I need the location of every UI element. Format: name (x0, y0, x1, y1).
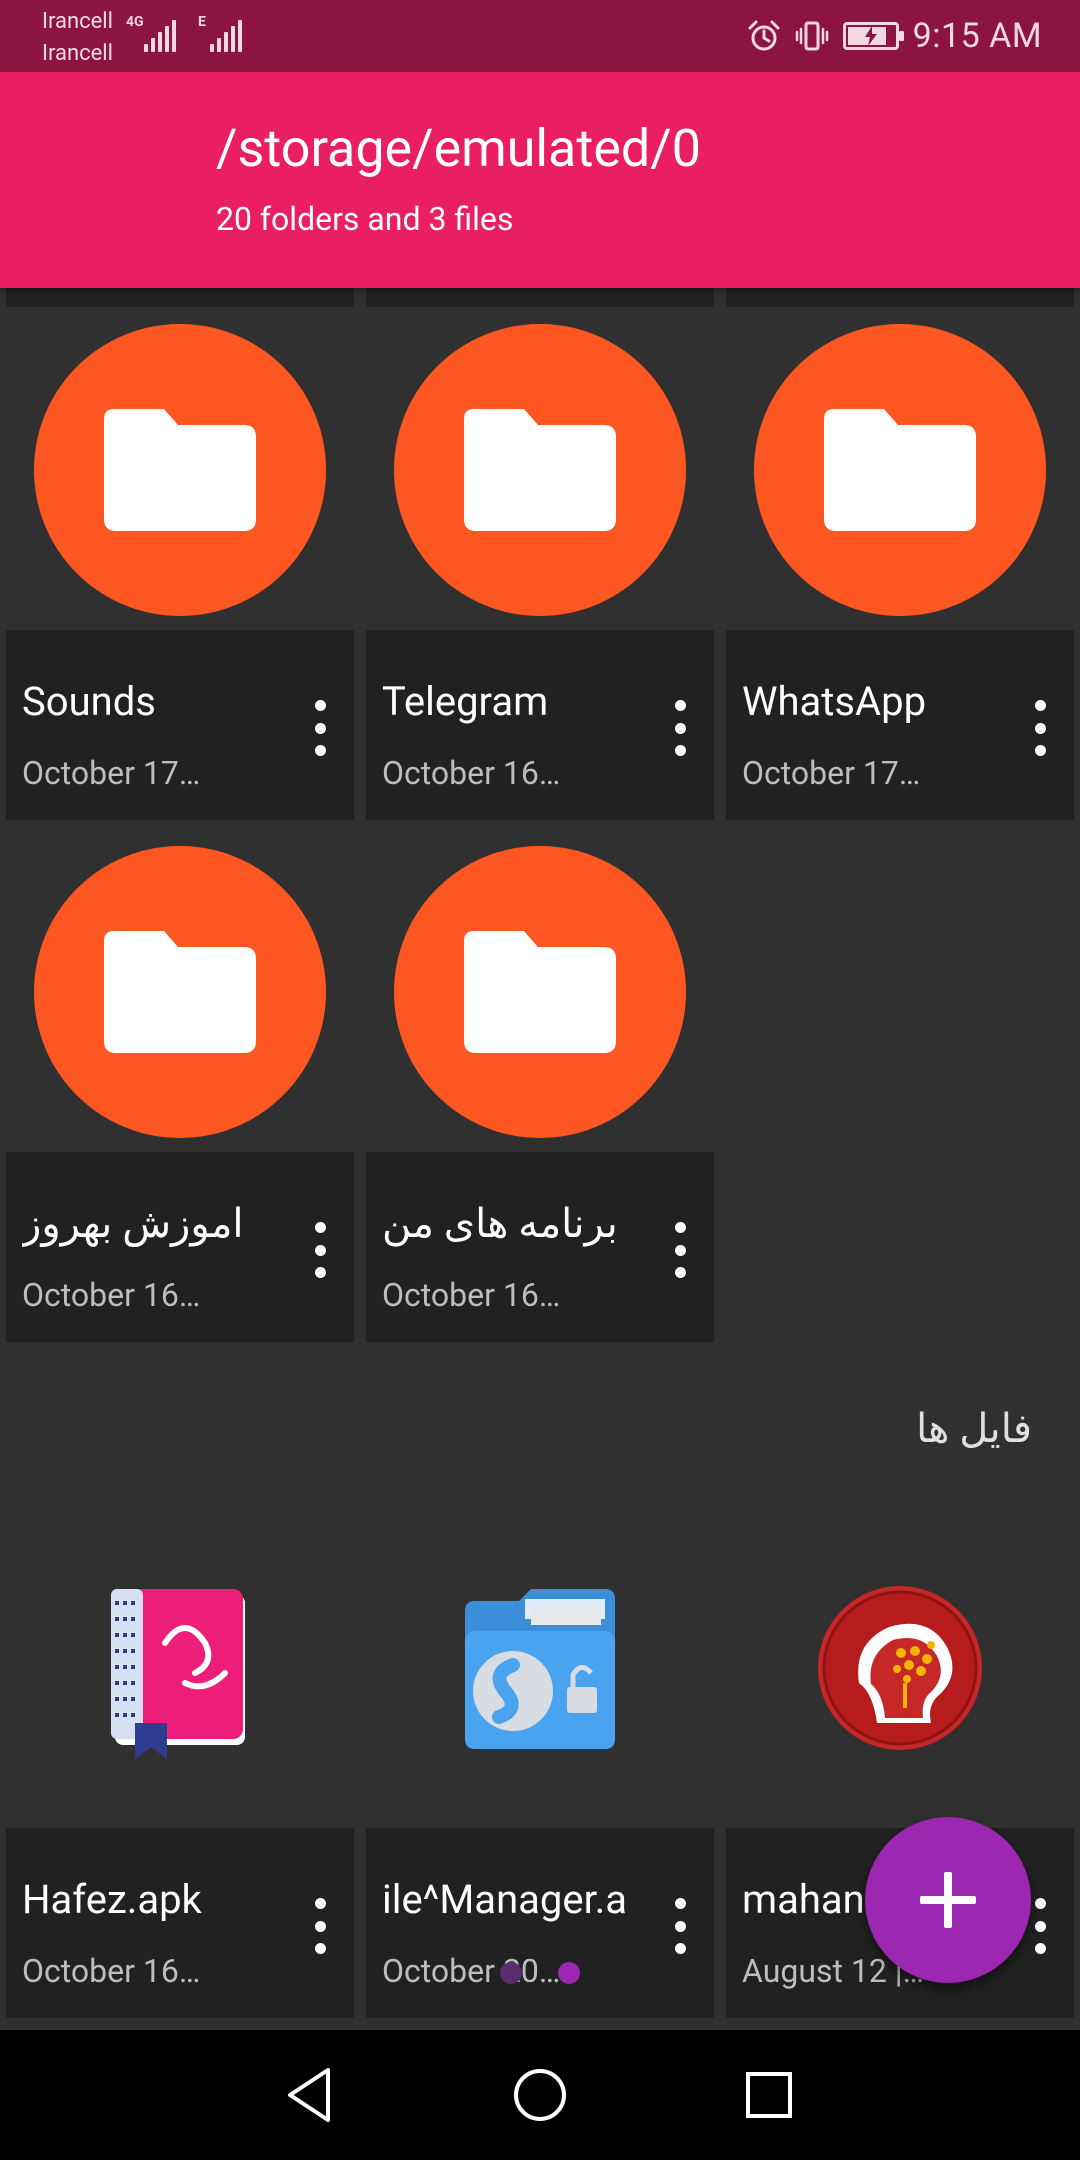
folder-file-count: 20 folders and 3 files (216, 200, 514, 238)
folder-date: October 16… (382, 754, 561, 792)
file-tile[interactable]: ile^Manager.a October 20… (366, 1508, 714, 2018)
more-options-icon[interactable] (310, 1898, 330, 1954)
carrier-name: Irancell (42, 41, 114, 66)
file-manager-app-icon (465, 1589, 615, 1749)
battery-charging-icon (842, 22, 904, 50)
network-type-label: E (198, 14, 206, 30)
file-info: Hafez.apk October 16… (6, 1828, 354, 2018)
folder-info: برنامه های من October 16… (366, 1152, 714, 1342)
carrier-name: Irancell (42, 9, 114, 34)
partial-card-bottom (6, 288, 354, 307)
file-info: ile^Manager.a October 20… (366, 1828, 714, 2018)
folder-icon (104, 409, 256, 531)
folder-date: October 16… (382, 1276, 561, 1314)
folder-thumbnail (394, 846, 686, 1138)
folder-date: October 17… (22, 754, 201, 792)
folder-info: WhatsApp October 17… (726, 630, 1074, 820)
folder-thumbnail (754, 324, 1046, 616)
folder-icon (464, 409, 616, 531)
vibrate-icon (795, 21, 828, 51)
folder-name: اموزش بهروز (22, 1200, 244, 1247)
charging-bolt-icon (864, 26, 877, 46)
more-options-icon[interactable] (670, 700, 690, 756)
folder-thumbnail (394, 324, 686, 616)
folder-info: Telegram October 16… (366, 630, 714, 820)
app-bar: /storage/emulated/0 20 folders and 3 fil… (0, 72, 1080, 288)
folder-name: Telegram (382, 678, 549, 725)
folder-icon (104, 931, 256, 1053)
folder-tile[interactable]: برنامه های من October 16… (366, 832, 714, 1342)
folder-date: October 17… (742, 754, 921, 792)
folder-icon (464, 931, 616, 1053)
home-icon[interactable] (505, 2060, 575, 2130)
folder-icon (824, 409, 976, 531)
file-name: Hafez.apk (22, 1876, 202, 1923)
file-date: October 16… (22, 1952, 201, 1990)
more-options-icon[interactable] (670, 1222, 690, 1278)
back-icon[interactable] (274, 2060, 344, 2130)
page-dot-active (558, 1962, 580, 1984)
file-tile[interactable]: mahan August 12 |… (726, 1508, 1074, 2018)
navigation-bar (0, 2030, 1080, 2160)
more-options-icon[interactable] (670, 1898, 690, 1954)
folder-name: Sounds (22, 678, 156, 725)
partial-card-bottom (726, 288, 1074, 307)
file-tile[interactable]: Hafez.apk October 16… (6, 1508, 354, 2018)
folder-name: برنامه های من (382, 1200, 618, 1247)
more-options-icon[interactable] (1030, 1898, 1050, 1954)
signal-strength-icon (144, 18, 176, 52)
current-path-title: /storage/emulated/0 (216, 118, 701, 179)
recents-icon[interactable] (734, 2060, 804, 2130)
signal-strength-icon (210, 18, 242, 52)
hafez-app-icon (111, 1589, 245, 1759)
plus-icon (920, 1872, 976, 1928)
folder-tile[interactable]: WhatsApp October 17… (726, 310, 1074, 820)
add-button[interactable] (865, 1817, 1031, 1983)
alarm-icon (748, 20, 780, 51)
folder-thumbnail (34, 846, 326, 1138)
partial-card-bottom (366, 288, 714, 307)
folder-name: WhatsApp (742, 678, 927, 725)
folder-tile[interactable]: اموزش بهروز October 16… (6, 832, 354, 1342)
more-options-icon[interactable] (310, 1222, 330, 1278)
folder-info: اموزش بهروز October 16… (6, 1152, 354, 1342)
status-bar: Irancell Irancell 4G E 9:15 AM (0, 0, 1080, 72)
more-options-icon[interactable] (1030, 700, 1050, 756)
folder-tile[interactable]: Telegram October 16… (366, 310, 714, 820)
status-clock: 9:15 AM (912, 16, 1042, 56)
page-dot (500, 1962, 522, 1984)
mahan-app-icon (818, 1586, 982, 1750)
page-indicator (500, 1962, 580, 1984)
network-type-label: 4G (126, 14, 144, 30)
folder-info: Sounds October 17… (6, 630, 354, 820)
folder-date: October 16… (22, 1276, 201, 1314)
folder-tile[interactable]: Sounds October 17… (6, 310, 354, 820)
files-section-header: فایل ها (916, 1405, 1032, 1452)
more-options-icon[interactable] (310, 700, 330, 756)
file-name: ile^Manager.a (382, 1876, 628, 1923)
folder-thumbnail (34, 324, 326, 616)
